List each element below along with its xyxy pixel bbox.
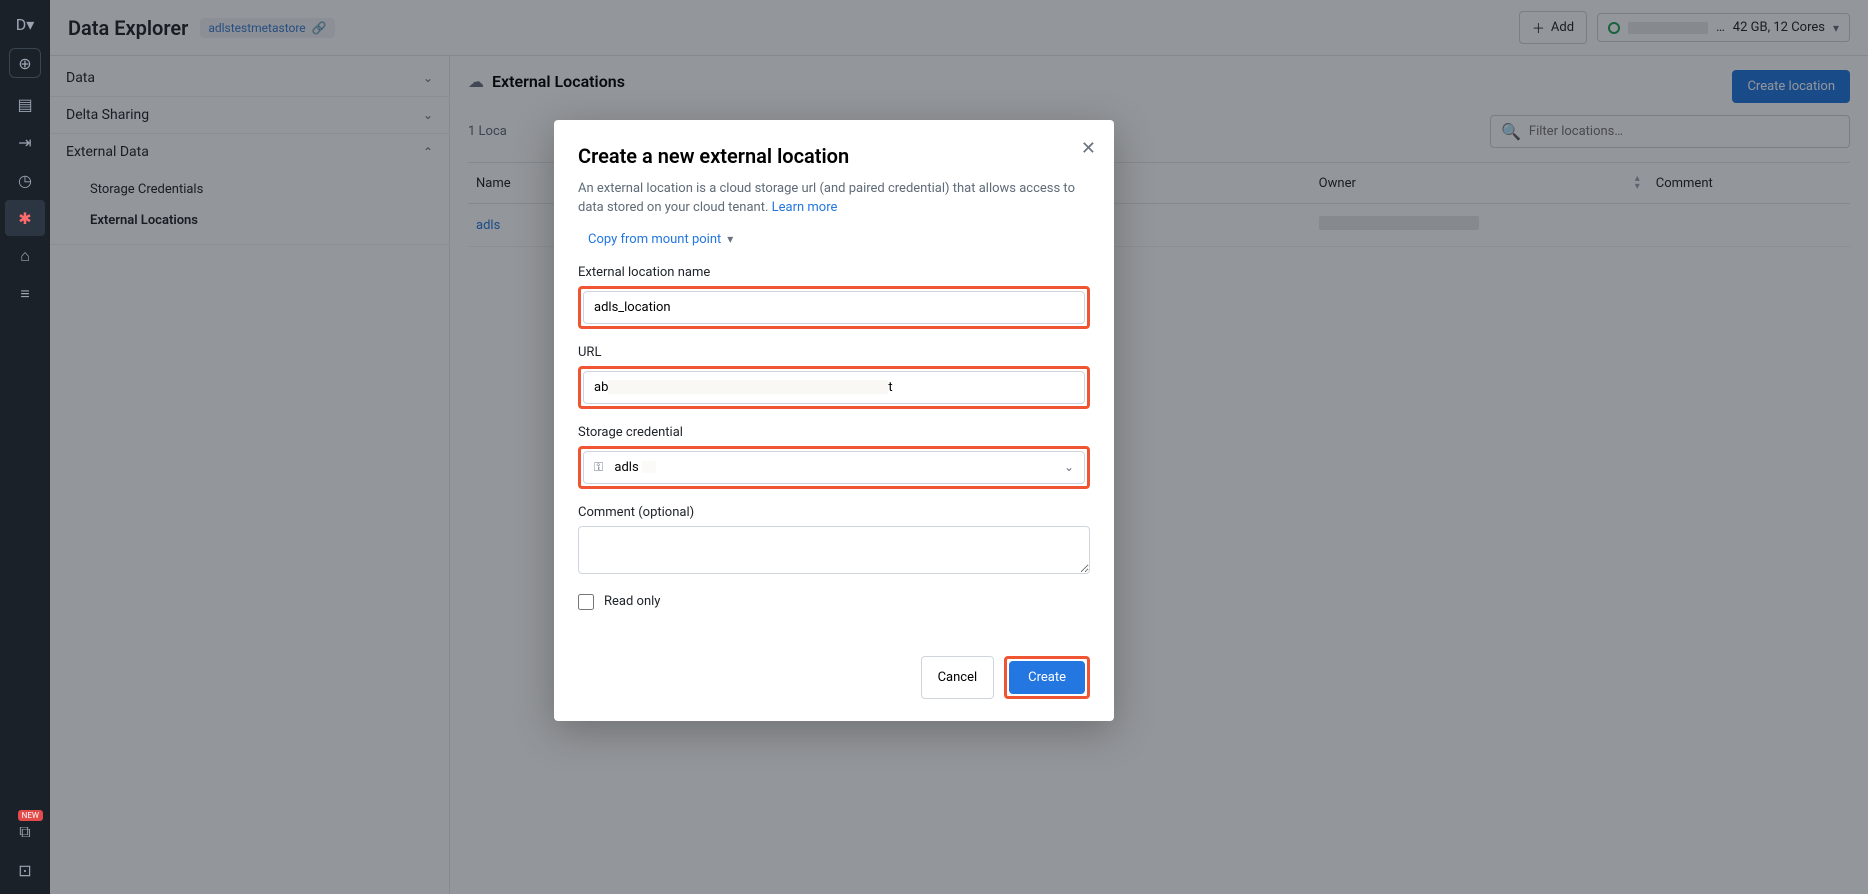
chevron-down-icon: ⌄: [1064, 460, 1074, 474]
url-suffix: t: [888, 380, 892, 395]
copy-from-mount-label: Copy from mount point: [588, 232, 721, 247]
external-location-name-input[interactable]: [583, 291, 1085, 324]
modal-description: An external location is a cloud storage …: [578, 180, 1090, 218]
comment-label: Comment (optional): [578, 505, 1090, 520]
rail-add-icon[interactable]: ⊕: [9, 48, 41, 78]
rail-logo[interactable]: D▾: [5, 6, 45, 42]
name-label: External location name: [578, 265, 1090, 280]
chevron-down-icon: ▾: [727, 232, 733, 246]
read-only-checkbox[interactable]: [578, 594, 594, 610]
create-location-modal: ✕ Create a new external location An exte…: [554, 120, 1114, 721]
url-prefix: ab: [594, 380, 608, 395]
create-highlight: Create: [1004, 656, 1090, 699]
url-highlight: ab t: [578, 366, 1090, 409]
new-badge: NEW: [18, 810, 43, 821]
credential-highlight: ⚿ adls ⌄: [578, 446, 1090, 489]
name-highlight: [578, 286, 1090, 329]
learn-more-link[interactable]: Learn more: [772, 200, 838, 215]
rail-metrics-icon[interactable]: ≡: [5, 276, 45, 312]
rail-workflows-icon[interactable]: ✱: [5, 200, 45, 236]
rail-data-icon[interactable]: ▤: [5, 86, 45, 122]
read-only-label: Read only: [604, 594, 660, 609]
rail-models-icon[interactable]: ⌂: [5, 238, 45, 274]
url-input[interactable]: ab t: [583, 371, 1085, 404]
close-icon[interactable]: ✕: [1081, 138, 1096, 159]
credential-redacted: [642, 461, 656, 473]
rail-help-icon[interactable]: ⊡: [5, 852, 45, 888]
storage-credential-select[interactable]: ⚿ adls ⌄: [583, 451, 1085, 484]
comment-textarea[interactable]: [578, 526, 1090, 574]
rail-sql-icon[interactable]: ⇥: [5, 124, 45, 160]
modal-title: Create a new external location: [578, 144, 1090, 168]
create-button[interactable]: Create: [1009, 661, 1085, 694]
credential-value: adls: [614, 460, 638, 475]
credential-label: Storage credential: [578, 425, 1090, 440]
copy-from-mount-point[interactable]: Copy from mount point ▾: [588, 232, 733, 247]
key-icon: ⚿: [594, 460, 603, 474]
url-label: URL: [578, 345, 1090, 360]
rail-history-icon[interactable]: ◷: [5, 162, 45, 198]
url-redacted: [608, 380, 888, 394]
left-rail: D▾ ⊕ ▤ ⇥ ◷ ✱ ⌂ ≡ NEW ⧉ ⊡: [0, 0, 50, 894]
cancel-button[interactable]: Cancel: [921, 656, 995, 699]
